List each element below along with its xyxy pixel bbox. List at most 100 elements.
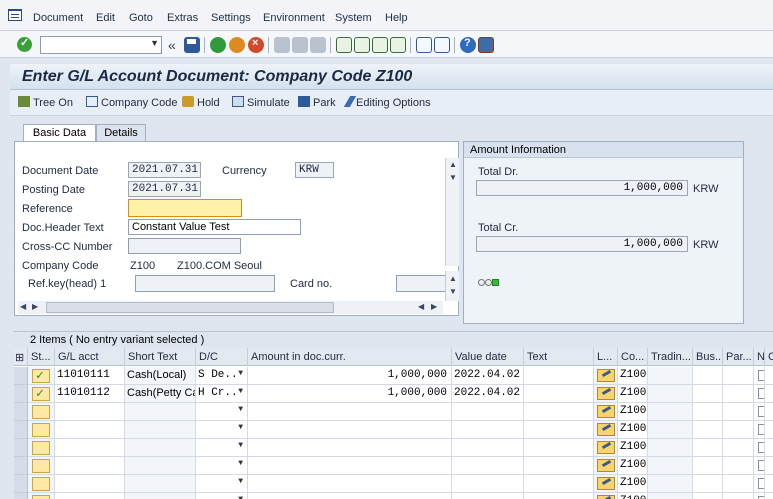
col-business-area[interactable]: Bus... (693, 348, 723, 366)
find-next-icon[interactable] (310, 37, 326, 53)
trading-partner-cell[interactable] (648, 385, 693, 403)
row-checkbox[interactable] (758, 478, 764, 489)
long-text-cell[interactable] (594, 439, 618, 457)
scroll-right-icon[interactable]: ▶ (431, 302, 437, 311)
business-area-cell[interactable] (693, 439, 723, 457)
vertical-scrollbar[interactable]: ▲ ▼ (445, 158, 459, 266)
scroll-up-icon[interactable]: ▲ (449, 160, 457, 169)
business-area-cell[interactable] (693, 403, 723, 421)
menu-system[interactable]: System (335, 12, 372, 24)
partner-cell[interactable] (723, 385, 754, 403)
long-text-cell[interactable] (594, 403, 618, 421)
business-area-cell[interactable] (693, 385, 723, 403)
amount-cell[interactable]: 1,000,000 (248, 385, 452, 403)
value-date-cell[interactable] (452, 493, 524, 499)
long-text-cell[interactable] (594, 367, 618, 385)
vertical-scrollbar-lower[interactable]: ▲ ▼ (445, 271, 459, 301)
menu-goto[interactable]: Goto (129, 12, 153, 24)
company-code-cell[interactable]: Z100 (618, 475, 648, 493)
long-text-icon[interactable] (597, 387, 615, 400)
scroll-right-icon[interactable]: ▶ (32, 302, 38, 311)
debit-credit-cell[interactable]: ▼ (196, 475, 248, 493)
row-selector[interactable] (14, 475, 28, 493)
partner-cell[interactable] (723, 439, 754, 457)
value-date-cell[interactable] (452, 403, 524, 421)
chevron-down-icon[interactable]: ▼ (238, 459, 243, 468)
gl-account-cell[interactable]: 11010111 (55, 367, 125, 385)
amount-cell[interactable]: 1,000,000 (248, 367, 452, 385)
trading-partner-cell[interactable] (648, 457, 693, 475)
long-text-cell[interactable] (594, 457, 618, 475)
find-icon[interactable] (292, 37, 308, 53)
col-trading-partner[interactable]: Tradin... (648, 348, 693, 366)
simulate-button[interactable]: Simulate (232, 96, 290, 109)
exit-icon[interactable] (229, 37, 245, 53)
col-text[interactable]: Text (524, 348, 594, 366)
c-cell[interactable] (765, 385, 773, 403)
reference-input[interactable] (128, 199, 242, 217)
long-text-icon[interactable] (597, 441, 615, 454)
row-checkbox[interactable] (758, 424, 764, 435)
debit-credit-cell[interactable]: ▼ (196, 439, 248, 457)
long-text-cell[interactable] (594, 385, 618, 403)
row-checkbox[interactable] (758, 370, 764, 381)
debit-credit-cell[interactable]: H Cr.. ▼ (196, 385, 248, 403)
collapse-icon[interactable]: « (168, 37, 176, 53)
text-cell[interactable] (524, 439, 594, 457)
text-cell[interactable] (524, 367, 594, 385)
customize-layout-icon[interactable] (478, 37, 494, 53)
short-text-cell[interactable] (125, 457, 196, 475)
c-cell[interactable] (765, 421, 773, 439)
long-text-cell[interactable] (594, 421, 618, 439)
trading-partner-cell[interactable] (648, 421, 693, 439)
text-cell[interactable] (524, 421, 594, 439)
trading-partner-cell[interactable] (648, 439, 693, 457)
short-text-cell[interactable] (125, 439, 196, 457)
company-code-cell[interactable]: Z100 (618, 367, 648, 385)
n-cell[interactable] (754, 439, 765, 457)
column-config-icon[interactable]: ⊞ (14, 348, 28, 366)
partner-cell[interactable] (723, 421, 754, 439)
command-field[interactable]: ▼ (40, 36, 162, 54)
row-selector[interactable] (14, 385, 28, 403)
debit-credit-cell[interactable]: ▼ (196, 421, 248, 439)
value-date-cell[interactable] (452, 457, 524, 475)
previous-page-icon[interactable] (354, 37, 370, 53)
scroll-down-icon[interactable]: ▼ (449, 173, 457, 182)
menu-extras[interactable]: Extras (167, 12, 198, 24)
partner-cell[interactable] (723, 493, 754, 499)
menu-help[interactable]: Help (385, 12, 408, 24)
tab-details[interactable]: Details (96, 124, 146, 142)
value-date-cell[interactable] (452, 421, 524, 439)
value-date-cell[interactable]: 2022.04.02 (452, 385, 524, 403)
gl-account-cell[interactable] (55, 493, 125, 499)
long-text-icon[interactable] (597, 369, 615, 382)
shortcut-icon[interactable] (434, 37, 450, 53)
scroll-left-icon[interactable]: ◀ (418, 302, 424, 311)
short-text-cell[interactable] (125, 475, 196, 493)
menu-settings[interactable]: Settings (211, 12, 251, 24)
amount-cell[interactable] (248, 493, 452, 499)
long-text-icon[interactable] (597, 423, 615, 436)
short-text-cell[interactable] (125, 493, 196, 499)
amount-cell[interactable] (248, 403, 452, 421)
business-area-cell[interactable] (693, 367, 723, 385)
company-code-cell[interactable]: Z100 (618, 457, 648, 475)
chevron-down-icon[interactable]: ▼ (238, 369, 243, 378)
col-long-text[interactable]: L... (594, 348, 618, 366)
business-area-cell[interactable] (693, 475, 723, 493)
value-date-cell[interactable]: 2022.04.02 (452, 367, 524, 385)
scroll-up-icon[interactable]: ▲ (449, 274, 457, 283)
row-selector[interactable] (14, 439, 28, 457)
row-checkbox[interactable] (758, 442, 764, 453)
horizontal-scrollbar[interactable]: ◀ ▶ ◀ ▶ (18, 301, 443, 314)
chevron-down-icon[interactable]: ▼ (238, 405, 243, 414)
c-cell[interactable] (765, 457, 773, 475)
c-cell[interactable] (765, 367, 773, 385)
menu-edit[interactable]: Edit (96, 12, 115, 24)
gl-account-cell[interactable] (55, 421, 125, 439)
gl-account-cell[interactable] (55, 475, 125, 493)
text-cell[interactable] (524, 493, 594, 499)
trading-partner-cell[interactable] (648, 493, 693, 499)
value-date-cell[interactable] (452, 439, 524, 457)
